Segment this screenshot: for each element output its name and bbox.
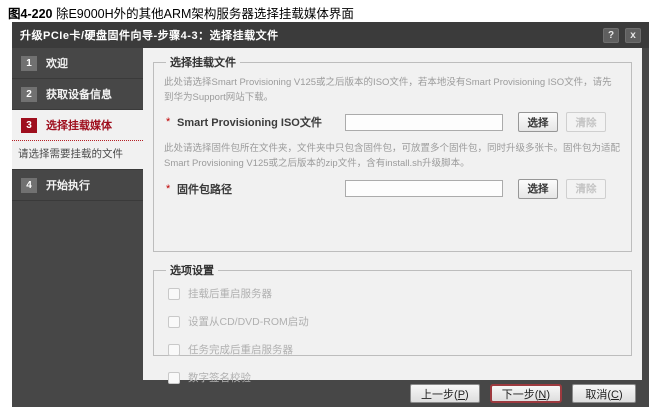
option-label: 挂载后重启服务器 <box>188 286 272 301</box>
button-text: ) <box>546 389 550 401</box>
firmware-path-label: 固件包路径 <box>177 181 345 197</box>
firmware-clear-button: 清除 <box>566 179 606 199</box>
iso-file-label: Smart Provisioning ISO文件 <box>177 114 345 130</box>
figure-number: 图4-220 <box>8 7 52 21</box>
dialog-body: 1 欢迎 2 获取设备信息 3 选择挂载媒体 请选择需要挂载的文件 4 开始执行… <box>12 48 649 380</box>
step-number-badge: 4 <box>21 178 37 193</box>
step-label: 获取设备信息 <box>46 86 112 102</box>
figure-title: 除E9000H外的其他ARM架构服务器选择挂载媒体界面 <box>52 7 353 21</box>
firmware-path-input[interactable] <box>345 180 503 197</box>
option-boot-from-cdrom: 设置从CD/DVD-ROM启动 <box>168 314 621 329</box>
required-mark: * <box>164 116 177 128</box>
help-icon[interactable]: ? <box>603 28 619 43</box>
iso-clear-button: 清除 <box>566 112 606 132</box>
main-content-panel: 选择挂载文件 此处请选择Smart Provisioning V125或之后版本… <box>143 48 642 380</box>
option-label: 任务完成后重启服务器 <box>188 342 293 357</box>
figure-caption: 图4-220 除E9000H外的其他ARM架构服务器选择挂载媒体界面 <box>8 3 354 22</box>
dialog-title: 升级PCIe卡/硬盘固件向导-步骤4-3：选择挂载文件 <box>20 27 597 43</box>
firmware-path-row: * 固件包路径 选择 清除 <box>164 179 621 199</box>
wizard-steps-sidebar: 1 欢迎 2 获取设备信息 3 选择挂载媒体 请选择需要挂载的文件 4 开始执行 <box>12 48 143 380</box>
button-text: ) <box>619 389 623 401</box>
button-text: ) <box>465 389 469 401</box>
step-number-badge: 3 <box>21 118 37 133</box>
dialog-titlebar: 升级PCIe卡/硬盘固件向导-步骤4-3：选择挂载文件 ? x <box>12 22 649 48</box>
button-accesskey: C <box>611 389 619 401</box>
select-mount-file-group: 选择挂载文件 此处请选择Smart Provisioning V125或之后版本… <box>153 54 632 252</box>
checkbox-icon[interactable] <box>168 288 180 300</box>
wizard-step-execute[interactable]: 4 开始执行 <box>12 170 143 201</box>
option-label: 数字签名校验 <box>188 370 251 385</box>
iso-file-input[interactable] <box>345 114 503 131</box>
step-number-badge: 2 <box>21 87 37 102</box>
firmware-select-button[interactable]: 选择 <box>518 179 558 199</box>
iso-hint-text: 此处请选择Smart Provisioning V125或之后版本的ISO文件，… <box>164 76 621 105</box>
checkbox-icon[interactable] <box>168 372 180 384</box>
checkbox-icon[interactable] <box>168 344 180 356</box>
button-text: 下一步( <box>502 389 539 401</box>
button-accesskey: P <box>458 389 465 401</box>
option-digital-signature: 数字签名校验 <box>168 370 621 385</box>
step-label: 欢迎 <box>46 55 68 71</box>
checkbox-icon[interactable] <box>168 316 180 328</box>
wizard-step-welcome[interactable]: 1 欢迎 <box>12 48 143 79</box>
option-restart-after-task: 任务完成后重启服务器 <box>168 342 621 357</box>
active-step-description: 请选择需要挂载的文件 <box>12 141 143 170</box>
button-text: 上一步( <box>421 389 458 401</box>
close-icon[interactable]: x <box>625 28 641 43</box>
step-number-badge: 1 <box>21 56 37 71</box>
option-restart-after-mount: 挂载后重启服务器 <box>168 286 621 301</box>
wizard-step-device-info[interactable]: 2 获取设备信息 <box>12 79 143 110</box>
button-text: 取消( <box>585 389 611 401</box>
wizard-step-select-media[interactable]: 3 选择挂载媒体 <box>12 110 143 141</box>
select-mount-file-group-title: 选择挂载文件 <box>166 54 240 70</box>
step-label: 选择挂载媒体 <box>46 117 112 133</box>
firmware-hint-text: 此处请选择固件包所在文件夹，文件夹中只包含固件包，可放置多个固件包，同时升级多张… <box>164 142 621 171</box>
option-label: 设置从CD/DVD-ROM启动 <box>188 314 309 329</box>
previous-step-button[interactable]: 上一步(P) <box>410 384 480 403</box>
required-mark: * <box>164 183 177 195</box>
next-step-button[interactable]: 下一步(N) <box>490 384 562 403</box>
iso-file-row: * Smart Provisioning ISO文件 选择 清除 <box>164 112 621 132</box>
step-label: 开始执行 <box>46 177 90 193</box>
option-settings-group: 选项设置 挂载后重启服务器 设置从CD/DVD-ROM启动 任务完成后重启服务器… <box>153 262 632 356</box>
option-settings-group-title: 选项设置 <box>166 262 218 278</box>
upgrade-wizard-dialog: 升级PCIe卡/硬盘固件向导-步骤4-3：选择挂载文件 ? x 1 欢迎 2 获… <box>12 22 649 407</box>
iso-select-button[interactable]: 选择 <box>518 112 558 132</box>
cancel-button[interactable]: 取消(C) <box>572 384 636 403</box>
